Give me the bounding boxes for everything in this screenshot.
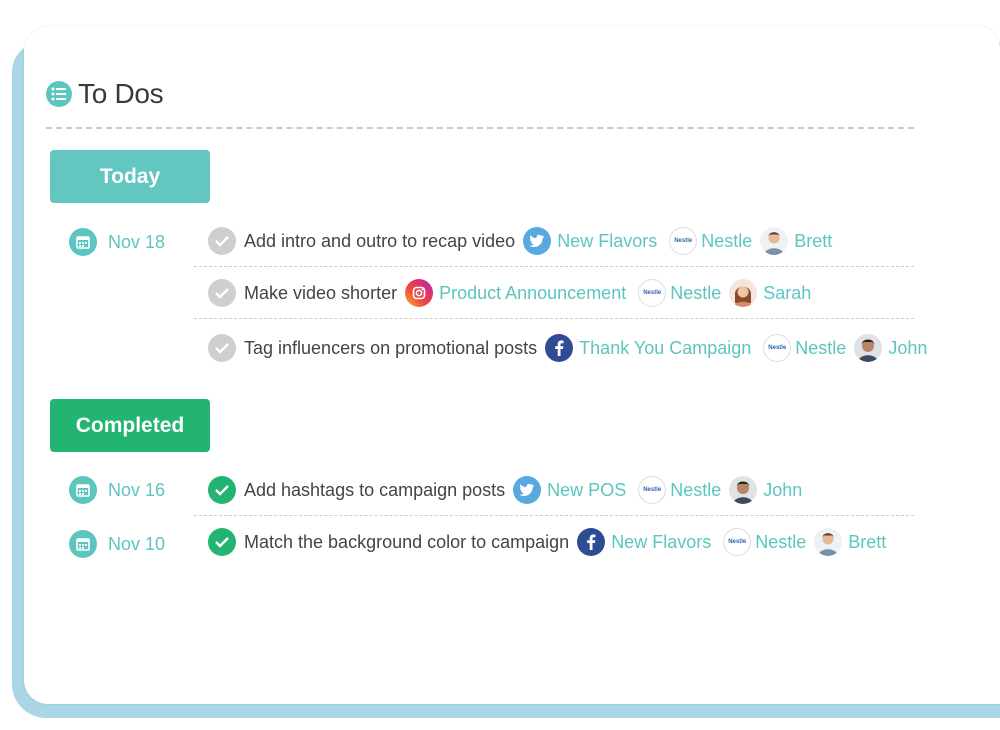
brand-logo-icon: Nestle [763,334,792,362]
completed-button[interactable]: Completed [50,399,210,452]
assignee-link[interactable]: John [888,338,927,359]
row-divider [194,318,914,319]
brand-link[interactable]: Nestle [755,532,806,553]
avatar [854,334,883,362]
date-text: Nov 16 [108,479,166,500]
calendar-icon [69,228,97,256]
twitter-icon [513,476,542,504]
instagram-icon [405,279,434,307]
brand-logo-icon: Nestle [723,528,752,556]
check-circle-pending-icon[interactable] [208,227,236,255]
check-circle-done-icon[interactable] [208,528,236,556]
task-row[interactable]: Add intro and outro to recap video New F… [208,226,832,256]
campaign-link[interactable]: New Flavors [611,532,711,553]
page-title: To Dos [78,78,164,109]
date-label: Nov 16 [69,476,165,504]
assignee-link[interactable]: Brett [848,532,886,553]
task-row[interactable]: Make video shorter Product Announcement … [208,278,811,308]
task-text: Add hashtags to campaign posts [244,479,506,500]
task-text: Tag influencers on promotional posts [244,337,538,358]
task-row[interactable]: Match the background color to campaign N… [208,527,886,557]
card-header: To Dos [46,78,164,110]
campaign-link[interactable]: Product Announcement [439,283,626,304]
avatar [760,227,789,255]
check-circle-pending-icon[interactable] [208,279,236,307]
check-circle-pending-icon[interactable] [208,334,236,362]
date-label: Nov 10 [69,530,165,558]
task-text: Add intro and outro to recap video [244,230,516,251]
calendar-icon [69,530,97,558]
brand-link[interactable]: Nestle [701,231,752,252]
task-text: Make video shorter [244,282,398,303]
twitter-icon [523,227,552,255]
campaign-link[interactable]: New Flavors [557,231,657,252]
row-divider [194,515,914,516]
avatar [814,528,843,556]
facebook-icon [577,528,606,556]
list-icon [46,81,72,107]
avatar [729,279,758,307]
facebook-icon [545,334,574,362]
task-text: Match the background color to campaign [244,531,570,552]
header-divider [46,127,914,129]
brand-link[interactable]: Nestle [670,480,721,501]
campaign-link[interactable]: Thank You Campaign [579,338,751,359]
campaign-link[interactable]: New POS [547,480,626,501]
brand-logo-icon: Nestle [638,279,667,307]
assignee-link[interactable]: Brett [794,231,832,252]
brand-link[interactable]: Nestle [670,283,721,304]
task-row[interactable]: Add hashtags to campaign posts New POS N… [208,475,802,505]
assignee-link[interactable]: John [763,480,802,501]
avatar [729,476,758,504]
date-text: Nov 10 [108,533,166,554]
date-label: Nov 18 [69,228,165,256]
assignee-link[interactable]: Sarah [763,283,811,304]
task-row[interactable]: Tag influencers on promotional posts Tha… [208,333,927,363]
check-circle-done-icon[interactable] [208,476,236,504]
today-button[interactable]: Today [50,150,210,203]
date-text: Nov 18 [108,231,166,252]
brand-logo-icon: Nestle [669,227,698,255]
brand-link[interactable]: Nestle [795,338,846,359]
calendar-icon [69,476,97,504]
brand-logo-icon: Nestle [638,476,667,504]
row-divider [194,266,914,267]
